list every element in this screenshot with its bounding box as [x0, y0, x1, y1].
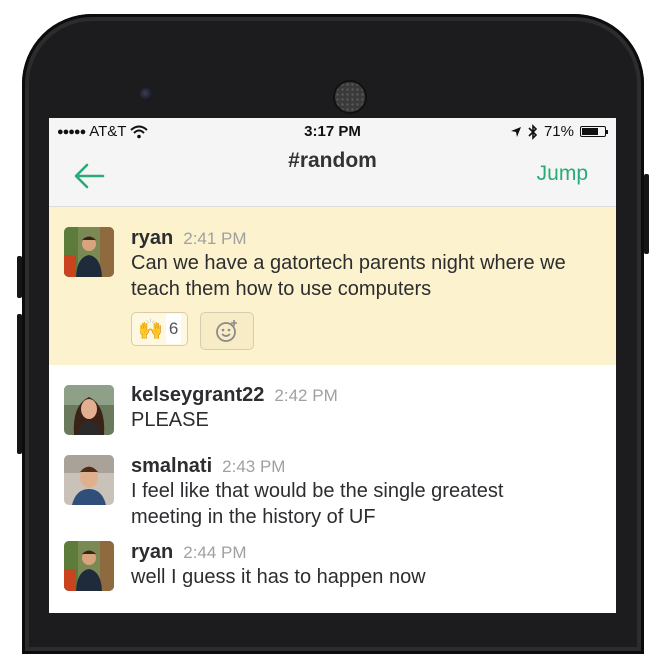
reaction-raised-hands[interactable]: 🙌 6 [131, 312, 189, 346]
avatar[interactable] [64, 541, 114, 591]
message-author[interactable]: ryan [131, 541, 173, 564]
front-camera [140, 88, 153, 101]
add-reaction-button[interactable] [200, 312, 255, 350]
message-text: I feel like that would be the single gre… [131, 480, 504, 528]
phone-screen: ●●●●● AT&T 3:17 PM 71% #random Jump ryan… [49, 118, 616, 613]
status-bar: ●●●●● AT&T 3:17 PM 71% [49, 118, 616, 146]
raised-hands-icon: 🙌 [138, 318, 163, 341]
message-text: well I guess it has to happen now [131, 566, 426, 588]
message-author[interactable]: ryan [131, 227, 173, 250]
avatar[interactable] [64, 455, 114, 505]
message-timestamp: 2:43 PM [222, 457, 286, 476]
message-text: Can we have a gatortech parents night wh… [131, 252, 566, 300]
earpiece-speaker [333, 80, 367, 114]
add-emoji-icon [216, 320, 238, 342]
message-list: ryan 2:41 PM Can we have a gatortech par… [49, 207, 616, 613]
phone-volume-button [17, 256, 22, 298]
message-item[interactable]: ryan 2:44 PM well I guess it has to happ… [49, 538, 616, 613]
battery-percent: 71% [543, 123, 574, 140]
message-author[interactable]: smalnati [131, 455, 212, 478]
phone-power-button [644, 174, 649, 254]
avatar[interactable] [64, 385, 114, 435]
bluetooth-icon [528, 123, 538, 140]
jump-button[interactable]: Jump [537, 162, 588, 186]
message-item[interactable]: ryan 2:41 PM Can we have a gatortech par… [49, 207, 616, 365]
message-item[interactable]: smalnati 2:43 PM I feel like that would … [49, 439, 616, 538]
message-timestamp: 2:42 PM [274, 386, 338, 405]
message-text: PLEASE [131, 409, 209, 431]
phone-side-button [17, 314, 22, 454]
message-timestamp: 2:41 PM [183, 229, 247, 248]
message-timestamp: 2:44 PM [183, 543, 247, 562]
reaction-count: 6 [165, 314, 182, 344]
reaction-bar: 🙌 6 [131, 312, 604, 350]
battery-icon [580, 126, 608, 137]
channel-header: #random Jump [49, 146, 616, 207]
message-author[interactable]: kelseygrant22 [131, 384, 264, 407]
avatar[interactable] [64, 227, 114, 277]
channel-title[interactable]: #random [49, 149, 616, 173]
location-arrow-icon [510, 126, 521, 137]
message-item[interactable]: kelseygrant22 2:42 PM PLEASE [49, 365, 616, 439]
battery-level [582, 128, 598, 135]
